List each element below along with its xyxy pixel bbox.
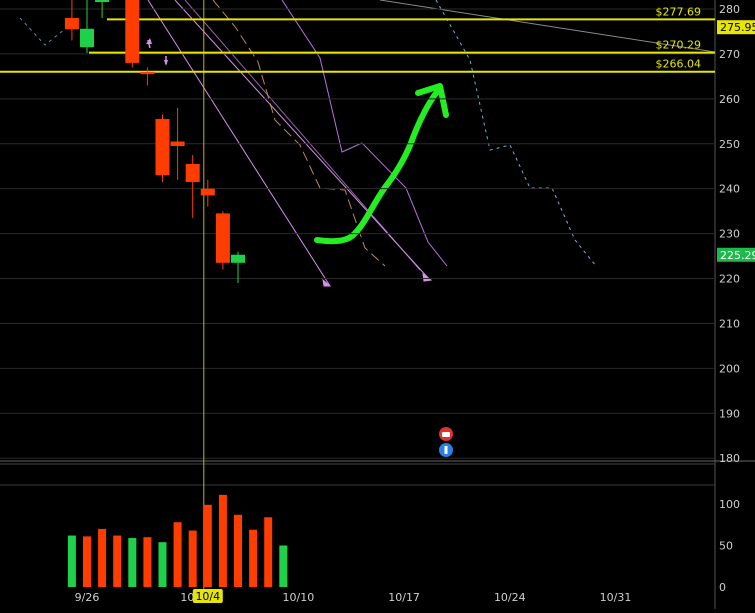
candle-body[interactable] [155,119,170,176]
price-tick-label: 230 [719,228,740,241]
candle-body[interactable] [95,0,110,3]
volume-bar[interactable] [158,542,167,587]
candle-body[interactable] [231,254,245,263]
candle-body[interactable] [200,188,215,196]
price-tick-label: 260 [719,93,740,106]
info-icon[interactable] [439,443,453,457]
volume-bar[interactable] [83,536,91,587]
price-flag-label: 275.95 [720,21,755,34]
candle-body[interactable] [215,213,230,263]
volume-bar[interactable] [234,514,242,587]
volume-bar[interactable] [188,530,197,587]
price-level-label: $270.29 [656,39,702,52]
earnings-icon-glyph [442,432,450,437]
candle-body[interactable] [64,17,79,30]
date-tick-label: 10/17 [388,591,420,604]
price-tick-label: 270 [719,48,740,61]
price-tick-label: 200 [719,362,740,375]
candle-body[interactable] [140,71,155,75]
volume-bar[interactable] [264,517,273,587]
price-tick-label: 210 [719,317,740,330]
price-tick-label: 190 [719,407,740,420]
price-tick-label: 220 [719,273,740,286]
candle-body[interactable] [170,141,185,147]
earnings-icon[interactable] [439,427,453,441]
info-icon-glyph [444,446,448,454]
stock-chart[interactable]: $277.69 $270.29 $266.04 280 270 260 250 240 230… [0,0,755,609]
volume-tick-label: 0 [719,581,726,594]
volume-bar[interactable] [279,545,288,588]
price-tick-label: 280 [719,3,740,16]
volume-bar[interactable] [249,529,258,587]
price-tick-label: 240 [719,183,740,196]
price-level-label: $277.69 [656,5,702,18]
date-tick-label: 9/26 [75,591,100,604]
date-tick-label: 10/24 [494,591,526,604]
volume-bar[interactable] [203,504,212,587]
price-tick-label: 180 [719,452,740,465]
candle-body[interactable] [185,163,200,182]
volume-bar[interactable] [218,494,227,587]
price-flag-label: 225.29 [720,249,755,262]
date-tick-label: 10/4 [195,590,220,603]
volume-bar[interactable] [143,537,152,587]
volume-bar[interactable] [113,535,122,587]
volume-bar[interactable] [173,522,182,587]
candle-body[interactable] [80,28,94,48]
chart-background [0,0,755,609]
volume-tick-label: 100 [719,498,740,511]
volume-bar[interactable] [67,535,76,587]
volume-tick-label: 50 [719,540,733,553]
volume-bar[interactable] [98,528,107,587]
price-tick-label: 250 [719,138,740,151]
date-tick-label: 10/10 [283,591,315,604]
candle-body[interactable] [125,0,140,63]
volume-bar[interactable] [128,538,137,587]
price-level-label: $266.04 [656,58,702,71]
chart-canvas[interactable]: $277.69 $270.29 $266.04 280 270 260 250 240 230… [0,0,755,609]
date-tick-label: 10/31 [600,591,632,604]
